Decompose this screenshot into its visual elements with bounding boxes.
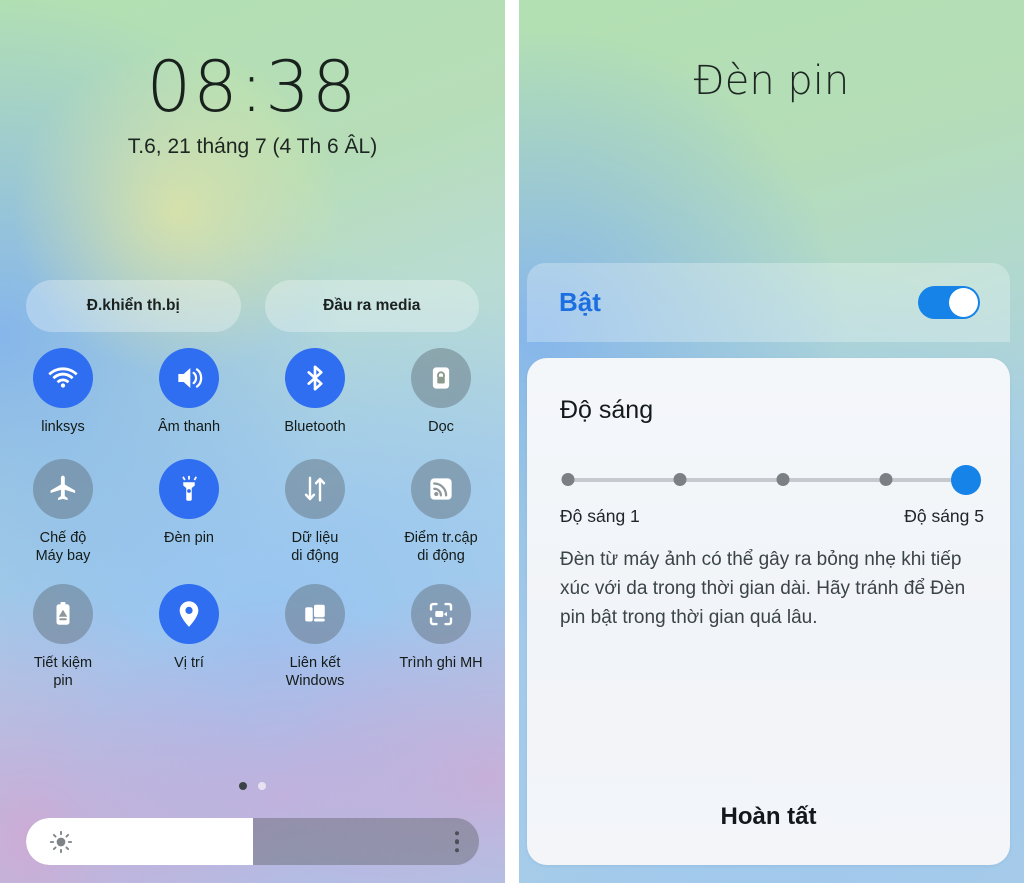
brightness-heading: Độ sáng <box>560 396 654 424</box>
tile-sound[interactable]: Âm thanh <box>126 348 252 437</box>
link-to-windows-icon <box>285 583 345 644</box>
tile-label: Âm thanh <box>157 419 221 435</box>
tile-hotspot[interactable]: Điểm tr.cập di động <box>378 458 504 566</box>
more-options-icon[interactable] <box>454 830 459 853</box>
wifi-icon <box>33 348 93 408</box>
brightness-step-slider[interactable] <box>560 463 984 497</box>
tile-bluetooth[interactable]: Bluetooth <box>252 348 378 437</box>
tile-location[interactable]: Vị trí <box>126 583 252 691</box>
row-spacer <box>0 566 505 584</box>
airplane-icon <box>33 458 93 519</box>
tile-label: Vị trí <box>174 654 204 671</box>
tile-screen-recorder[interactable]: Trình ghi MH <box>378 583 504 691</box>
tile-flashlight[interactable]: Đèn pin <box>126 458 252 566</box>
quick-toggle-grid: linksys Âm thanh Bluetooth Dọc Chế độ Má… <box>0 348 505 691</box>
flashlight-state-label: Bật <box>559 287 601 317</box>
brightness-max-label: Độ sáng 5 <box>904 506 984 526</box>
slider-tick-2[interactable] <box>673 473 687 486</box>
panel-divider <box>505 0 519 883</box>
tile-label: Bluetooth <box>284 419 346 435</box>
screenshot-root: 08:38 T.6, 21 tháng 7 (4 Th 6 ÂL) Đ.khiể… <box>0 0 1024 883</box>
toggle-row-2: Chế độ Máy bay Đèn pin Dữ liệu di động Đ… <box>0 458 505 566</box>
page-indicator <box>0 782 505 790</box>
location-pin-icon <box>159 583 219 644</box>
hotspot-icon <box>411 458 471 519</box>
tile-rotation-lock[interactable]: Dọc <box>378 348 504 437</box>
power-saving-icon <box>33 583 93 644</box>
tile-power-saving[interactable]: Tiết kiệm pin <box>0 583 126 691</box>
slider-tick-3[interactable] <box>776 473 790 486</box>
slider-labels: Độ sáng 1 Độ sáng 5 <box>560 506 984 527</box>
tile-wifi[interactable]: linksys <box>0 348 126 437</box>
flashlight-switch[interactable] <box>918 286 980 319</box>
lockscreen-clock: 08:38 T.6, 21 tháng 7 (4 Th 6 ÂL) <box>0 46 505 159</box>
tile-mobile-data[interactable]: Dữ liệu di động <box>252 458 378 566</box>
brightness-slider[interactable] <box>26 818 479 865</box>
tile-label: Tiết kiệm pin <box>33 654 93 690</box>
quick-settings-panel: 08:38 T.6, 21 tháng 7 (4 Th 6 ÂL) Đ.khiể… <box>0 0 505 883</box>
slider-track <box>568 478 966 482</box>
slider-tick-4[interactable] <box>879 473 893 486</box>
brightness-sun-icon <box>48 829 74 855</box>
flashlight-dialog-panel: Đèn pin Bật Độ sáng Độ sáng 1 Độ sáng 5 … <box>519 0 1024 883</box>
tile-label: Trình ghi MH <box>399 654 483 671</box>
sound-icon <box>159 348 219 408</box>
brightness-min-label: Độ sáng 1 <box>560 506 640 526</box>
device-control-pill[interactable]: Đ.khiển th.bị <box>26 280 241 332</box>
slider-tick-1[interactable] <box>561 473 575 486</box>
toggle-row-3: Tiết kiệm pin Vị trí Liên kết Windows Tr… <box>0 583 505 691</box>
rotation-lock-icon <box>411 348 471 408</box>
media-output-pill[interactable]: Đầu ra media <box>264 280 479 332</box>
tile-airplane-mode[interactable]: Chế độ Máy bay <box>0 458 126 566</box>
tile-label: Dọc <box>428 419 454 435</box>
media-output-label: Đầu ra media <box>323 297 421 314</box>
page-title: Đèn pin <box>693 58 850 104</box>
tile-label: linksys <box>41 419 85 435</box>
tile-link-to-windows[interactable]: Liên kết Windows <box>252 583 378 691</box>
device-control-label: Đ.khiển th.bị <box>86 297 180 314</box>
toggle-row-1: linksys Âm thanh Bluetooth Dọc <box>0 348 505 437</box>
screen-recorder-icon <box>411 583 471 644</box>
page-dot-2[interactable] <box>258 782 266 790</box>
tile-label: Chế độ Máy bay <box>35 529 91 565</box>
clock-date: T.6, 21 tháng 7 (4 Th 6 ÂL) <box>127 135 378 159</box>
page-dot-1[interactable] <box>239 782 247 790</box>
tile-label: Điểm tr.cập di động <box>404 529 478 565</box>
done-button[interactable]: Hoàn tất <box>527 803 1010 831</box>
bluetooth-icon <box>285 348 345 408</box>
tile-label: Dữ liệu di động <box>291 529 339 565</box>
slider-thumb[interactable] <box>951 465 981 495</box>
mobile-data-icon <box>285 458 345 519</box>
flashlight-icon <box>159 458 219 519</box>
row-spacer <box>0 437 505 459</box>
brightness-card: Độ sáng Độ sáng 1 Độ sáng 5 Đèn từ máy ả… <box>527 358 1010 865</box>
tile-label: Liên kết Windows <box>285 654 345 690</box>
clock-time: 08:38 <box>146 46 359 128</box>
switch-knob <box>949 288 978 317</box>
pill-row: Đ.khiển th.bị Đầu ra media <box>26 280 479 332</box>
tile-label: Đèn pin <box>164 529 214 546</box>
safety-note: Đèn từ máy ảnh có thể gây ra bỏng nhẹ kh… <box>560 549 966 628</box>
flashlight-toggle-row[interactable]: Bật <box>527 263 1010 342</box>
